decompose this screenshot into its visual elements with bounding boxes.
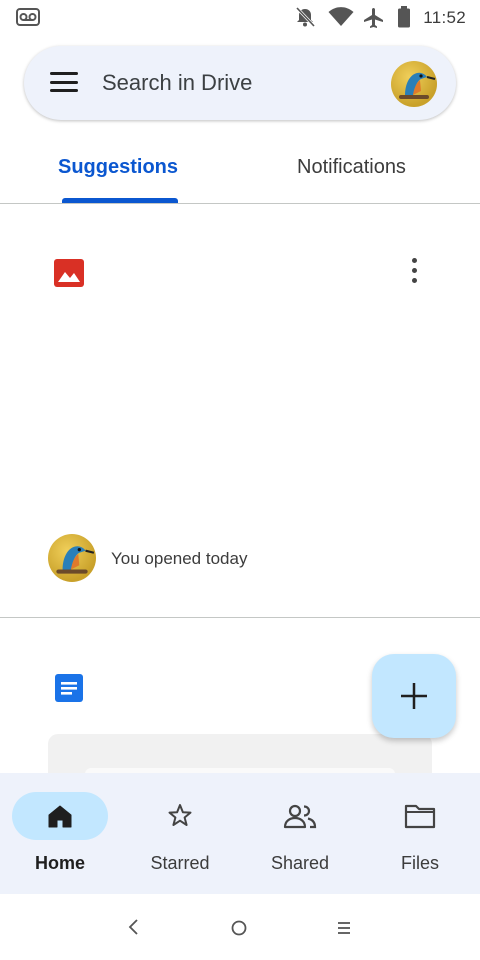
status-bar: 11:52 [0,0,480,36]
star-icon [168,804,192,826]
bottom-navigation: Home Starred Shared Files [0,773,480,894]
people-icon [283,804,317,829]
airplane-mode-icon [364,8,383,28]
tab-notifications[interactable]: Notifications [297,156,406,179]
new-button[interactable] [372,654,456,738]
image-icon [54,259,84,287]
doc-icon [55,674,83,702]
home-icon [48,805,72,828]
tabs-divider [0,203,480,204]
owner-avatar [48,534,96,582]
tab-suggestions[interactable]: Suggestions [58,156,178,179]
card-divider [0,617,480,618]
more-options-icon[interactable] [404,258,424,288]
nav-home-label: Home [34,853,85,873]
nav-starred-label: Starred [150,853,210,873]
clock: 11:52 [423,8,466,27]
search-bar[interactable]: Search in Drive [24,46,456,120]
home-button-icon[interactable] [230,919,248,937]
system-navigation-bar [0,894,480,960]
suggestion-reason: You opened today [111,549,248,568]
menu-icon[interactable] [50,72,78,94]
search-input[interactable]: Search in Drive [102,70,252,96]
folder-icon [404,804,436,829]
notifications-off-icon [295,6,316,28]
recents-icon[interactable] [336,920,352,936]
nav-files[interactable]: Files [360,773,480,894]
battery-icon [398,6,410,28]
nav-files-label: Files [400,853,439,873]
nav-starred[interactable]: Starred [120,773,240,894]
voicemail-icon [16,8,40,26]
nav-shared[interactable]: Shared [240,773,360,894]
wifi-icon [328,7,354,26]
back-icon[interactable] [126,918,140,936]
account-avatar[interactable] [391,61,437,107]
plus-icon [401,683,427,709]
nav-home[interactable]: Home [0,773,120,894]
nav-shared-label: Shared [270,853,330,873]
